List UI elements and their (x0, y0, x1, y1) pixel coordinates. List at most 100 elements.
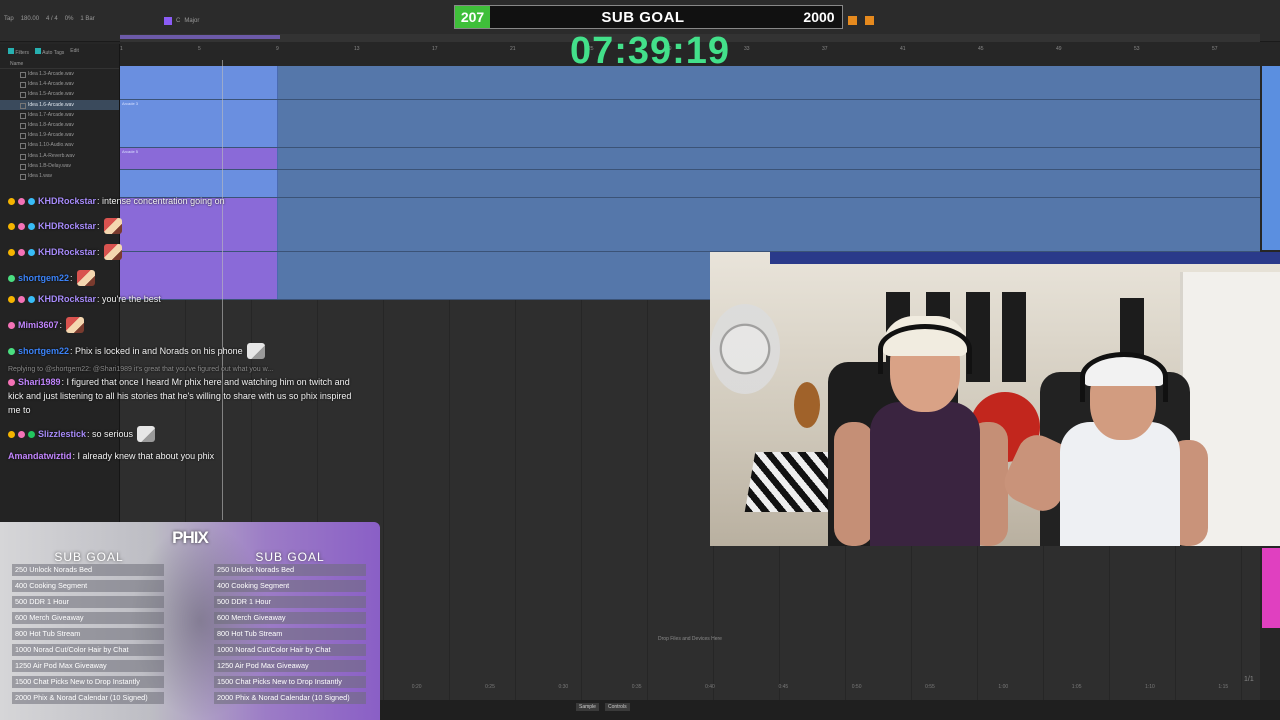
goal-item: 600 Merch Giveaway (214, 612, 366, 624)
bar-number: 21 (510, 46, 516, 52)
clip-label: Arcade 3 (122, 101, 139, 106)
bar-number: 53 (1134, 46, 1140, 52)
key-map-icon[interactable] (865, 16, 874, 25)
chat-text: : Phix is locked in and Norads on his ph… (70, 346, 243, 356)
midi-map-icon[interactable] (848, 16, 857, 25)
chat-message: KHDRockstar: intense concentration going… (8, 196, 225, 206)
goal-item: 1000 Norad Cut/Color Hair by Chat (12, 644, 164, 656)
chat-text: : intense concentration going on (97, 196, 225, 206)
time-tick: 0:55 (925, 684, 935, 690)
chat-badge-icon (8, 274, 15, 282)
time-ruler[interactable]: 0:20 0:25 0:30 0:35 0:40 0:45 0:50 0:55 1:00 1:05… (380, 684, 1260, 694)
chat-text: : (70, 273, 73, 283)
file-item[interactable]: Idea 1.4-Arcade.wav (0, 79, 119, 89)
quantize-select[interactable]: 1 Bar (80, 16, 94, 22)
audio-track[interactable]: Arcade 5 (120, 148, 1260, 170)
chat-message: shortgem22: (8, 270, 95, 286)
sub-goal-label: SUB GOAL (601, 8, 685, 26)
chat-username[interactable]: Shari1989 (18, 377, 61, 387)
chat-text: : (97, 247, 100, 257)
chat-badge-icon (28, 430, 35, 438)
sub-goal-title-left: SUB GOAL (54, 550, 124, 564)
goal-item: 400 Cooking Segment (214, 580, 366, 592)
chat-badge-icon (8, 321, 15, 329)
filters-button[interactable]: Filters (8, 48, 29, 56)
webcam-feed (710, 252, 1280, 546)
goal-item: 2000 Phix & Norad Calendar (10 Signed) (12, 692, 164, 704)
time-signature-field[interactable]: 4 / 4 (46, 16, 58, 22)
audio-clip[interactable] (120, 66, 278, 99)
file-item[interactable]: Idea 1.6-Arcade.wav (0, 99, 119, 110)
emote-icon (103, 218, 122, 234)
headset-icon (878, 324, 972, 374)
goal-item: 1250 Air Pod Max Giveaway (214, 660, 366, 672)
scale-selector[interactable]: C Major (164, 16, 236, 26)
chat-username[interactable]: KHDRockstar (38, 294, 96, 304)
bar-number: 45 (978, 46, 984, 52)
chat-badge-icon (28, 248, 35, 256)
tab-controls[interactable]: Controls (604, 703, 630, 711)
person-left-body (870, 402, 980, 546)
sub-goal-title-right: SUB GOAL (255, 550, 325, 564)
audio-track[interactable]: Arcade 3 (120, 100, 1260, 148)
time-tick: 1:10 (1145, 684, 1155, 690)
chat-badge-icon (18, 295, 25, 303)
edit-button[interactable]: Edit (70, 48, 79, 56)
chat-text: : I already knew that about you phix (72, 451, 215, 461)
time-tick: 0:20 (411, 684, 422, 690)
swing-field[interactable]: 0% (65, 16, 74, 22)
chat-username[interactable]: Mimi3607 (18, 320, 59, 330)
time-tick: 1:00 (998, 684, 1009, 690)
chat-badge-icon (18, 248, 25, 256)
file-item[interactable]: Idea 1.7-Arcade.wav (0, 110, 119, 120)
chat-badge-icon (8, 197, 15, 205)
goal-item: 500 DDR 1 Hour (12, 596, 164, 608)
chat-username[interactable]: Slizzlestick (38, 429, 86, 439)
bar-number: 33 (744, 46, 750, 52)
tempo-field[interactable]: 180.00 (21, 16, 39, 22)
stream-timer: 07:39:19 (569, 30, 731, 72)
chat-text: : so serious (87, 429, 134, 439)
file-item[interactable]: Idea 1.5-Arcade.wav (0, 89, 119, 99)
drop-zone-hint[interactable]: Drop Files and Devices Here (380, 636, 1000, 642)
file-item[interactable]: Idea 1.B-Delay.wav (0, 161, 119, 171)
track-edge-strip-pink (1262, 548, 1280, 628)
loop-brace[interactable] (120, 35, 280, 39)
tab-sample[interactable]: Sample (576, 703, 599, 711)
audio-clip[interactable]: Arcade 3 (120, 100, 278, 147)
sub-goal-panel: PHIX SUB GOAL SUB GOAL 250 Unlock Norads… (0, 522, 380, 720)
chat-username[interactable]: KHDRockstar (38, 221, 96, 231)
file-item[interactable]: Idea 1.A-Reverb.wav (0, 151, 119, 161)
file-item[interactable]: Idea 1.wav (0, 171, 119, 181)
time-tick: 0:40 (705, 684, 715, 690)
detail-view-bar (380, 700, 1280, 720)
chat-username[interactable]: shortgem22 (18, 346, 69, 356)
tap-tempo-button[interactable]: Tap (4, 16, 14, 22)
file-list: Idea 1.3-Arcade.wav Idea 1.4-Arcade.wav Id… (0, 69, 119, 181)
chat-username[interactable]: KHDRockstar (38, 247, 96, 257)
transport-controls: Tap 180.00 4 / 4 0% 1 Bar (4, 16, 95, 22)
chat-message: KHDRockstar: (8, 218, 122, 234)
audio-track[interactable] (120, 198, 1260, 252)
name-column-header[interactable]: Name (0, 60, 119, 69)
file-item[interactable]: Idea 1.8-Arcade.wav (0, 120, 119, 130)
audio-clip[interactable] (120, 252, 278, 299)
chat-badge-icon (8, 430, 15, 438)
audio-clip[interactable]: Arcade 5 (120, 148, 278, 169)
file-item[interactable]: Idea 1.10-Audio.wav (0, 140, 119, 150)
clip-detail-tabs: Sample Controls (576, 703, 630, 711)
goal-item: 400 Cooking Segment (12, 580, 164, 592)
file-item[interactable]: Idea 1.9-Arcade.wav (0, 130, 119, 140)
file-item[interactable]: Idea 1.3-Arcade.wav (0, 69, 119, 79)
audio-clip[interactable] (120, 170, 278, 197)
chat-username[interactable]: Amandatwiztid (8, 451, 72, 461)
chat-message: Shari1989: I figured that once I heard M… (8, 375, 358, 417)
auto-tags-button[interactable]: Auto Tags (35, 48, 64, 56)
sub-goal-current: 207 (455, 6, 490, 28)
chat-username[interactable]: KHDRockstar (38, 196, 96, 206)
chat-username[interactable]: shortgem22 (18, 273, 69, 283)
scale-icon (164, 17, 172, 25)
browser-header: Filters Auto Tags Edit (0, 44, 119, 60)
bar-number: 9 (276, 46, 279, 52)
audio-track[interactable] (120, 170, 1260, 198)
